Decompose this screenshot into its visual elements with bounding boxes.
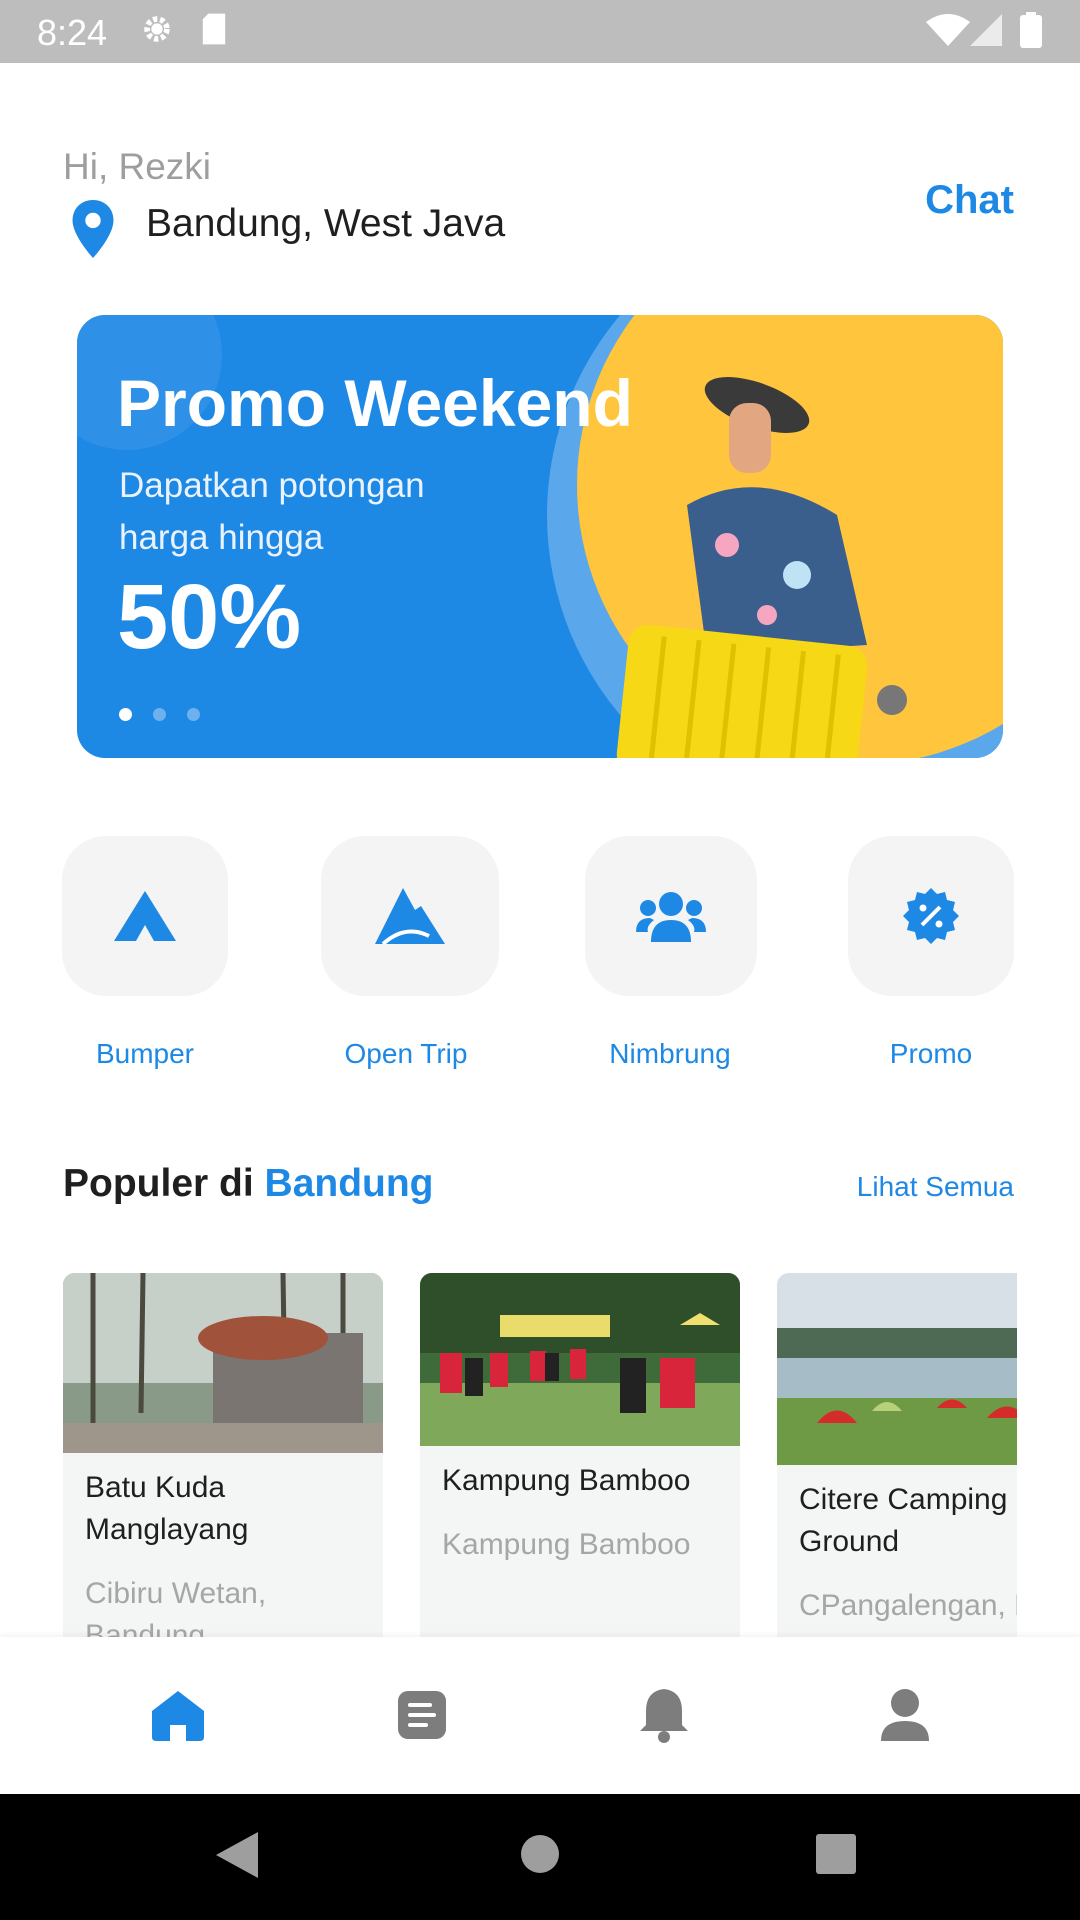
banner-pagination (119, 708, 221, 726)
tent-icon (114, 891, 176, 941)
category-tile[interactable] (585, 836, 757, 996)
current-location[interactable]: Bandung, West Java (146, 202, 505, 246)
home-circle-icon[interactable] (520, 1834, 560, 1874)
status-time: 8:24 (37, 12, 108, 53)
place-name: Citere Camping Ground (799, 1483, 1008, 1558)
bottom-navigation (0, 1637, 1080, 1794)
chat-button[interactable]: Chat (925, 178, 1014, 223)
battery-icon (1020, 12, 1042, 48)
status-bar: 8:24 (0, 0, 1080, 63)
back-icon[interactable] (216, 1832, 258, 1878)
section-title-prefix: Populer di (63, 1162, 254, 1205)
category-open-trip[interactable]: Open Trip (321, 836, 499, 1070)
place-image (63, 1273, 383, 1453)
sd-card-icon (202, 13, 226, 45)
home-icon[interactable] (150, 1687, 206, 1743)
recents-icon[interactable] (816, 1834, 856, 1874)
group-icon (636, 892, 706, 942)
category-tile[interactable] (321, 836, 499, 996)
settings-icon (144, 16, 170, 42)
discount-badge-icon (903, 888, 959, 944)
place-card[interactable]: Batu Kuda Manglayang Cibiru Wetan, Bandu… (63, 1273, 383, 1637)
place-address: CPangalengan, Bandung (799, 1589, 1017, 1622)
pagination-dot[interactable] (187, 708, 200, 721)
pagination-dot-active[interactable] (119, 708, 132, 721)
popular-places-list[interactable]: Batu Kuda Manglayang Cibiru Wetan, Bandu… (63, 1273, 1017, 1637)
category-tile[interactable] (848, 836, 1014, 996)
category-tile[interactable] (62, 836, 228, 996)
mountain-icon (375, 888, 445, 944)
pagination-dot[interactable] (153, 708, 166, 721)
category-bumper[interactable]: Bumper (60, 836, 230, 1070)
banner-title: Promo Weekend (117, 366, 633, 440)
section-title-city: Bandung (264, 1162, 434, 1205)
place-address: Kampung Bamboo (442, 1528, 691, 1561)
signal-icon (970, 14, 1002, 46)
category-promo[interactable]: Promo (846, 836, 1016, 1070)
category-label: Promo (889, 1038, 973, 1069)
location-pin-icon (72, 200, 114, 258)
category-nimbrung[interactable]: Nimbrung (585, 836, 757, 1070)
banner-subtitle: Dapatkan potongan harga hingga (119, 466, 425, 557)
see-all-link[interactable]: Lihat Semua (857, 1171, 1014, 1203)
place-address: Cibiru Wetan, Bandung (85, 1577, 267, 1637)
document-icon[interactable] (394, 1687, 450, 1743)
system-navigation-bar (0, 1794, 1080, 1920)
place-name: Batu Kuda Manglayang (85, 1471, 249, 1546)
place-image (777, 1273, 1017, 1465)
section-title: Populer di Bandung (63, 1162, 434, 1206)
bell-icon[interactable] (636, 1687, 692, 1743)
place-card[interactable]: Kampung Bamboo Kampung Bamboo (420, 1273, 740, 1637)
greeting-text: Hi, Rezki (63, 146, 212, 187)
user-icon[interactable] (877, 1687, 933, 1743)
category-label: Nimbrung (609, 1038, 731, 1069)
promo-banner[interactable]: Promo Weekend Dapatkan potongan harga hi… (77, 315, 1003, 758)
place-card[interactable]: Citere Camping Ground CPangalengan, Band… (777, 1273, 1017, 1637)
category-label: Bumper (95, 1038, 195, 1069)
place-image (420, 1273, 740, 1446)
wifi-icon (926, 14, 970, 46)
place-name: Kampung Bamboo (442, 1464, 691, 1497)
category-label: Open Trip (344, 1038, 468, 1069)
banner-discount: 50% (117, 566, 302, 668)
